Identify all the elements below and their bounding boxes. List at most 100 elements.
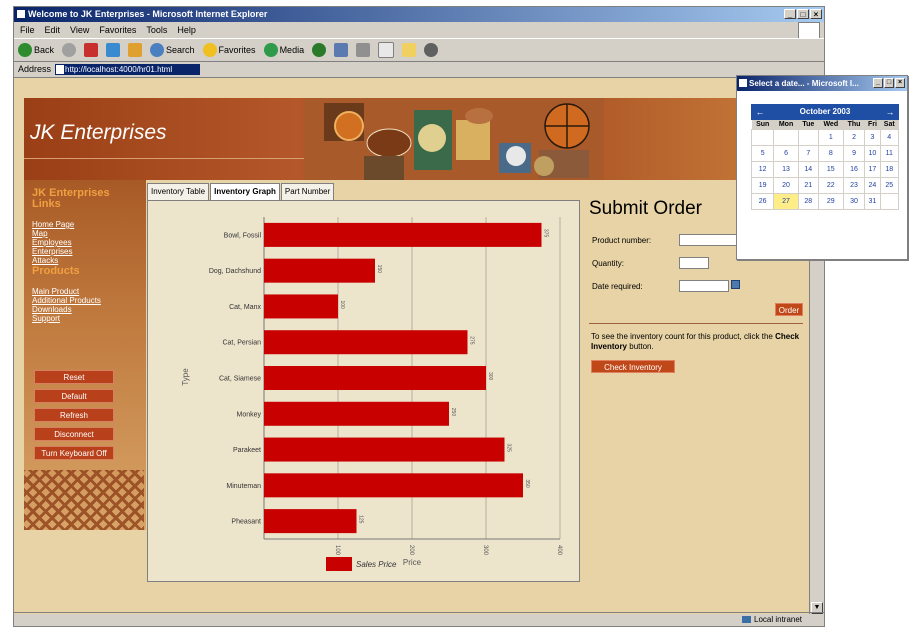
calendar-day[interactable]: 10 bbox=[864, 145, 881, 162]
calendar-day[interactable]: 13 bbox=[773, 161, 799, 178]
calendar-day[interactable]: 3 bbox=[864, 129, 881, 146]
calendar-day[interactable]: 31 bbox=[864, 193, 881, 210]
calendar-day[interactable]: 7 bbox=[797, 145, 819, 162]
menu-tools[interactable]: Tools bbox=[146, 23, 167, 37]
calendar-day[interactable]: 5 bbox=[750, 145, 775, 162]
disconnect-button[interactable]: Disconnect bbox=[34, 427, 114, 441]
menu-view[interactable]: View bbox=[70, 23, 89, 37]
link-downloads[interactable]: Downloads bbox=[32, 306, 101, 314]
link-support[interactable]: Support bbox=[32, 315, 101, 323]
quantity-input[interactable] bbox=[679, 257, 709, 269]
calendar-icon[interactable] bbox=[731, 280, 740, 289]
calendar-day[interactable]: 2 bbox=[842, 129, 866, 146]
stop-icon bbox=[84, 43, 99, 57]
reset-button[interactable]: Reset bbox=[34, 370, 114, 384]
menu-favorites[interactable]: Favorites bbox=[99, 23, 136, 37]
calendar-day[interactable]: 28 bbox=[797, 193, 819, 210]
calendar-day[interactable]: 18 bbox=[879, 161, 899, 178]
calendar-week: 5 6 7 8 9 10 11 bbox=[750, 145, 899, 162]
date-required-input[interactable] bbox=[679, 280, 729, 292]
calendar-days: 1 2 3 4 5 6 7 8 9 10 11 12 13 14 15 16 17 18 19 20 21 22 23 24 2… bbox=[750, 129, 899, 210]
link-employees[interactable]: Employees bbox=[32, 239, 74, 247]
close-button[interactable]: × bbox=[810, 9, 822, 19]
maximize-button[interactable]: □ bbox=[884, 78, 894, 88]
calendar-day[interactable]: 22 bbox=[817, 177, 844, 194]
search-button[interactable]: Search bbox=[150, 43, 195, 57]
minimize-button[interactable]: _ bbox=[784, 9, 796, 19]
prev-month-button[interactable]: ← bbox=[753, 104, 767, 120]
day-header: Mon bbox=[773, 120, 799, 130]
toolbar: Back Search Favorites Media bbox=[14, 38, 824, 62]
keyboard-off-button[interactable]: Turn Keyboard Off bbox=[34, 446, 114, 460]
edit-button[interactable] bbox=[378, 42, 395, 58]
mail-button[interactable] bbox=[334, 43, 349, 57]
calendar-month: October 2003 bbox=[799, 107, 851, 116]
forward-button[interactable] bbox=[62, 43, 77, 57]
back-button[interactable]: Back bbox=[18, 43, 54, 57]
x-tick-label: 300 bbox=[482, 545, 488, 556]
print-button[interactable] bbox=[356, 43, 371, 57]
media-button[interactable]: Media bbox=[263, 43, 304, 57]
menu-edit[interactable]: Edit bbox=[45, 23, 61, 37]
default-button[interactable]: Default bbox=[34, 389, 114, 403]
calendar-day[interactable]: 16 bbox=[842, 161, 866, 178]
order-button[interactable]: Order bbox=[775, 303, 803, 316]
stop-button[interactable] bbox=[84, 43, 99, 57]
calendar-day[interactable]: 15 bbox=[817, 161, 844, 178]
calendar-day[interactable]: 25 bbox=[879, 177, 899, 194]
maximize-button[interactable]: □ bbox=[797, 9, 809, 19]
minimize-button[interactable]: _ bbox=[873, 78, 883, 88]
link-additional-products[interactable]: Additional Products bbox=[32, 297, 101, 305]
calendar-day[interactable]: 1 bbox=[817, 129, 844, 146]
history-button[interactable] bbox=[312, 43, 327, 57]
calendar-day[interactable]: 24 bbox=[864, 177, 881, 194]
day-header: Sat bbox=[880, 120, 899, 130]
tab-inventory-table[interactable]: Inventory Table bbox=[147, 183, 210, 200]
category-label: Pheasant bbox=[231, 519, 261, 526]
menu-bar: File Edit View Favorites Tools Help bbox=[14, 23, 824, 37]
refresh-button[interactable] bbox=[106, 43, 121, 57]
calendar-day[interactable]: 12 bbox=[750, 161, 775, 178]
check-inventory-button[interactable]: Check Inventory bbox=[591, 360, 675, 373]
close-button[interactable]: × bbox=[895, 78, 905, 88]
calendar-day[interactable]: 20 bbox=[773, 177, 799, 194]
calendar-day[interactable]: 27 bbox=[773, 193, 799, 210]
calendar-day[interactable]: 4 bbox=[879, 129, 899, 146]
link-attacks[interactable]: Attacks bbox=[32, 257, 74, 265]
address-field[interactable]: http://localhost:4000/hr01.html bbox=[55, 63, 201, 75]
home-button[interactable] bbox=[128, 43, 143, 57]
calendar-day[interactable]: 26 bbox=[750, 193, 775, 210]
calendar-week: 12 13 14 15 16 17 18 bbox=[750, 161, 899, 178]
refresh-page-button[interactable]: Refresh bbox=[34, 408, 114, 422]
media-icon bbox=[263, 43, 278, 57]
tab-inventory-graph[interactable]: Inventory Graph bbox=[210, 183, 280, 200]
next-month-button[interactable]: → bbox=[883, 104, 897, 120]
search-icon bbox=[150, 43, 165, 57]
calendar-day[interactable]: 9 bbox=[842, 145, 866, 162]
home-icon bbox=[128, 43, 143, 57]
calendar-day[interactable]: 8 bbox=[817, 145, 844, 162]
link-main-product[interactable]: Main Product bbox=[32, 288, 101, 296]
calendar-day[interactable]: 23 bbox=[842, 177, 866, 194]
calendar-day[interactable]: 14 bbox=[797, 161, 819, 178]
category-label: Dog, Dachshund bbox=[209, 268, 261, 275]
link-home-page[interactable]: Home Page bbox=[32, 221, 74, 229]
calendar-day[interactable]: 11 bbox=[879, 145, 899, 162]
data-label: 150 bbox=[376, 265, 382, 274]
calendar-empty-cell bbox=[773, 129, 799, 146]
order-title: Submit Order bbox=[589, 198, 702, 219]
calendar-day[interactable]: 19 bbox=[750, 177, 775, 194]
calendar-day[interactable]: 17 bbox=[864, 161, 881, 178]
link-enterprises[interactable]: Enterprises bbox=[32, 248, 74, 256]
link-map[interactable]: Map bbox=[32, 230, 74, 238]
calendar-day[interactable]: 29 bbox=[817, 193, 844, 210]
messenger-button[interactable] bbox=[424, 43, 439, 57]
menu-help[interactable]: Help bbox=[177, 23, 196, 37]
calendar-day[interactable]: 21 bbox=[797, 177, 819, 194]
calendar-day[interactable]: 30 bbox=[842, 193, 866, 210]
tab-part-number[interactable]: Part Number bbox=[280, 183, 335, 200]
menu-file[interactable]: File bbox=[20, 23, 35, 37]
folder-button[interactable] bbox=[402, 43, 417, 57]
calendar-day[interactable]: 6 bbox=[773, 145, 799, 162]
favorites-button[interactable]: Favorites bbox=[202, 43, 256, 57]
